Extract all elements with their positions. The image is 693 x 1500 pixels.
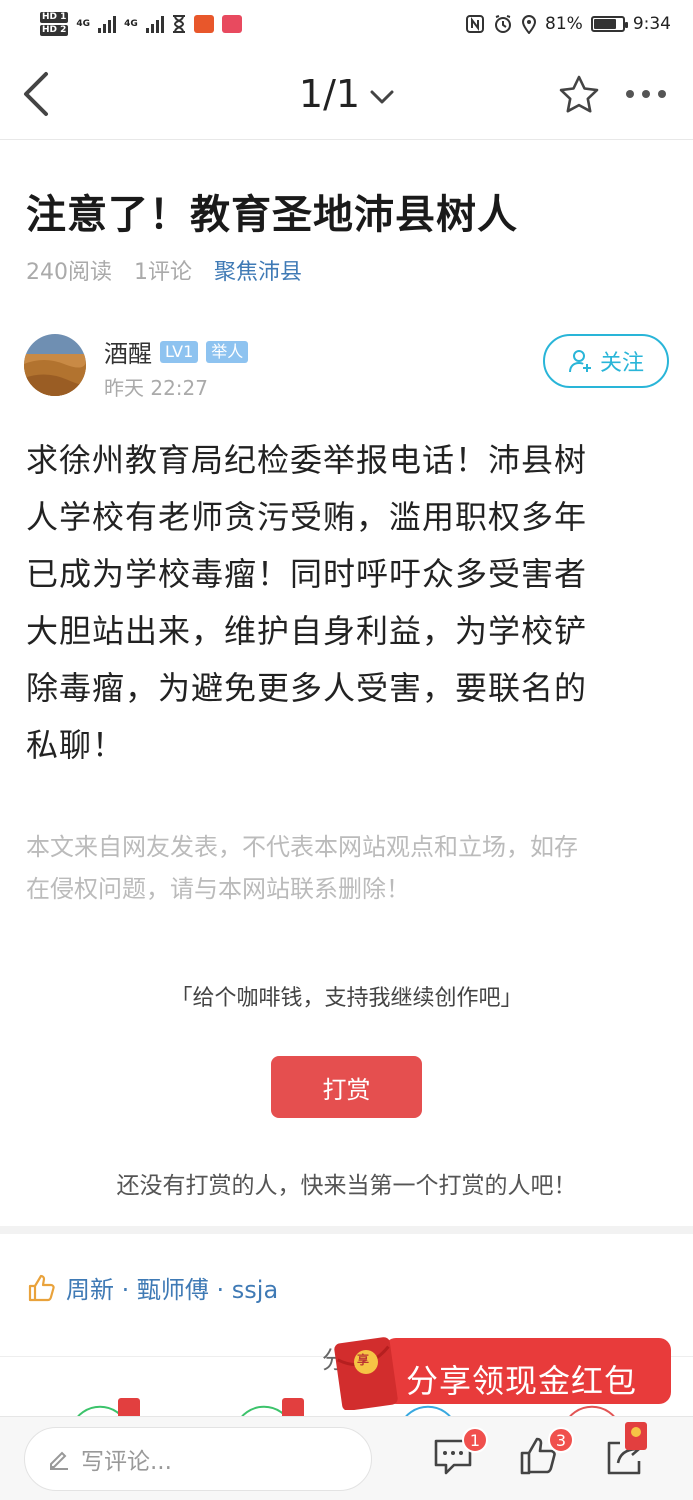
disclaimer-line: 本文来自网友发表，不代表本网站观点和立场，如存 [26, 833, 578, 861]
page-indicator: 1/1 [298, 72, 361, 116]
red-envelope-icon [334, 1337, 398, 1410]
follow-button[interactable]: 关注 [543, 334, 669, 388]
battery-percent: 81% [545, 14, 583, 34]
signal-icon [145, 15, 164, 33]
more-icon[interactable] [626, 90, 666, 98]
comment-count-meta: 1评论 [134, 260, 192, 285]
body-line: 除毒瘤，为避免更多人受害，要联名的 [26, 669, 588, 707]
disclaimer-line: 在侵权问题，请与本网站联系删除！ [26, 875, 410, 903]
app-icon [193, 15, 214, 33]
liker-names[interactable]: 周新 · 甄师傅 · ssja [66, 1270, 278, 1305]
body-line: 人学校有老师贪污受贿，滥用职权多年 [26, 498, 588, 536]
tip-empty-text: 还没有打赏的人，快来当第一个打赏的人吧！ [116, 1173, 577, 1199]
article-meta: 240阅读 1评论 聚焦沛县 [26, 254, 302, 286]
level-badge: LV1 [160, 340, 199, 363]
battery-icon [590, 16, 628, 32]
body-line: 已成为学校毒瘤！同时呼吁众多受害者 [26, 555, 588, 593]
tip-quote: 「给个咖啡钱，支持我继续创作吧」 [170, 986, 523, 1011]
red-envelope-icon [625, 1422, 647, 1450]
comments-button[interactable]: 1 [432, 1427, 488, 1477]
share-redpacket-promo[interactable]: 享 分享领现金红包 [334, 1334, 671, 1410]
rank-badge: 举人 [206, 340, 249, 363]
topic-link[interactable]: 聚焦沛县 [214, 254, 302, 286]
status-left: HD 1 HD 2 4G 4G [40, 12, 242, 36]
author-name-row: 酒醒 LV1 举人 [104, 334, 249, 369]
promo-text: 分享领现金红包 [406, 1362, 638, 1400]
like-button[interactable]: 3 [518, 1427, 574, 1477]
alarm-icon [495, 15, 512, 33]
follow-label: 关注 [599, 351, 644, 376]
location-icon [522, 15, 537, 34]
likes-row: 周新 · 甄师傅 · ssja [26, 1270, 278, 1305]
hd-top-label: HD 1 [40, 12, 69, 23]
add-user-icon [568, 350, 591, 373]
share-button[interactable] [604, 1422, 647, 1477]
body-line: 大胆站出来，维护自身利益，为学校铲 [26, 612, 588, 650]
avatar[interactable] [24, 334, 86, 396]
hd-bottom-label: HD 2 [40, 25, 69, 36]
article-title: 注意了！教育圣地沛县树人 [26, 192, 518, 238]
author-row: 酒醒 LV1 举人 昨天 22:27 关注 [24, 330, 669, 400]
net2-label: 4G [124, 19, 138, 29]
comment-placeholder: 写评论... [81, 1449, 172, 1475]
envelope-char: 享 [357, 1353, 370, 1367]
nav-bar: 1/1 [0, 48, 693, 140]
bottom-bar: 写评论... 1 3 [0, 1416, 693, 1500]
star-icon[interactable] [558, 74, 600, 116]
comment-input[interactable]: 写评论... [24, 1427, 372, 1491]
disclaimer: 本文来自网友发表，不代表本网站观点和立场，如存 在侵权问题，请与本网站联系删除！ [26, 826, 671, 910]
hourglass-icon [172, 15, 185, 33]
article-body: 求徐州教育局纪检委举报电话！沛县树 人学校有老师贪污受贿，滥用职权多年 已成为学… [26, 432, 671, 774]
signal-icon [98, 15, 117, 33]
body-line: 私聊！ [26, 726, 126, 764]
reader-icon [221, 15, 242, 33]
status-bar: HD 1 HD 2 4G 4G 81% 9:34 [0, 0, 693, 48]
section-divider [0, 1226, 693, 1234]
like-count-badge: 3 [548, 1427, 574, 1453]
status-right: 81% 9:34 [465, 14, 671, 34]
thumbs-up-icon [28, 1274, 55, 1301]
net1-label: 4G [76, 19, 91, 29]
body-line: 求徐州教育局纪检委举报电话！沛县树 [26, 441, 588, 479]
author-name[interactable]: 酒醒 [104, 334, 152, 369]
chevron-down-icon [370, 90, 394, 103]
post-time: 昨天 22:27 [104, 376, 208, 400]
clock: 9:34 [632, 14, 671, 34]
nfc-icon [466, 15, 485, 33]
hd-indicator: HD 1 HD 2 [40, 12, 69, 36]
battery-fill [593, 19, 617, 29]
pencil-icon [50, 1451, 68, 1470]
comment-count-badge: 1 [462, 1427, 488, 1453]
read-count: 240阅读 [26, 260, 112, 285]
tip-button[interactable]: 打赏 [271, 1056, 422, 1118]
